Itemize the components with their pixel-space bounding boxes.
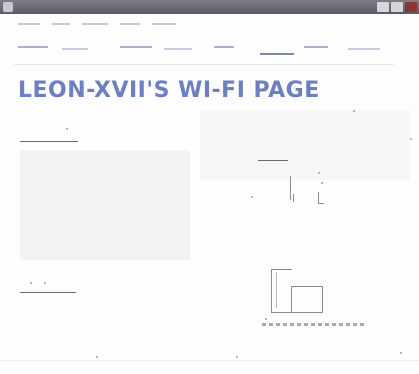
section-divider [20,141,78,142]
diagram-box [291,286,323,313]
text-fragment [96,356,98,358]
menu-item[interactable] [152,23,176,25]
menu-item[interactable] [52,23,70,25]
app-icon [3,2,13,12]
menu-item[interactable] [120,23,140,25]
diagram-marker [251,196,253,198]
browser-window: LEON-XVII'S WI-FI PAGE [0,0,419,374]
title-bar [0,0,419,14]
close-button[interactable] [405,2,417,12]
status-bar-divider [0,360,419,361]
diagram-caption [262,323,366,326]
diagram-line [293,194,294,202]
nav-link[interactable] [120,46,152,48]
text-fragment [353,110,355,112]
nav-link[interactable] [348,48,380,50]
minimize-button[interactable] [377,2,389,12]
diagram-marker [318,172,320,174]
site-nav [14,40,394,65]
text-fragment [410,138,412,140]
nav-link[interactable] [304,46,328,48]
text-fragment [236,356,238,358]
maximize-button[interactable] [391,2,403,12]
diagram-box [271,269,292,313]
text-fragment [66,128,68,130]
text-fragment [44,282,46,284]
nav-link[interactable] [18,46,48,48]
content-block [200,110,410,180]
menu-bar [0,15,419,33]
diagram-line [276,272,277,308]
section-divider [20,292,76,293]
nav-link[interactable] [62,48,88,50]
nav-link[interactable] [260,53,294,55]
nav-link[interactable] [214,46,234,48]
menu-item[interactable] [18,23,40,25]
text-fragment [30,282,32,284]
diagram-marker [265,318,267,320]
menu-item[interactable] [82,23,108,25]
diagram-marker [321,182,323,184]
page-title: LEON-XVII'S WI-FI PAGE [18,78,320,103]
diagram-rule [258,160,288,161]
diagram-line [290,176,291,200]
content-block [20,150,190,260]
nav-link[interactable] [164,48,192,50]
text-fragment [400,352,402,354]
window-controls [377,2,417,12]
diagram-line [318,203,324,204]
